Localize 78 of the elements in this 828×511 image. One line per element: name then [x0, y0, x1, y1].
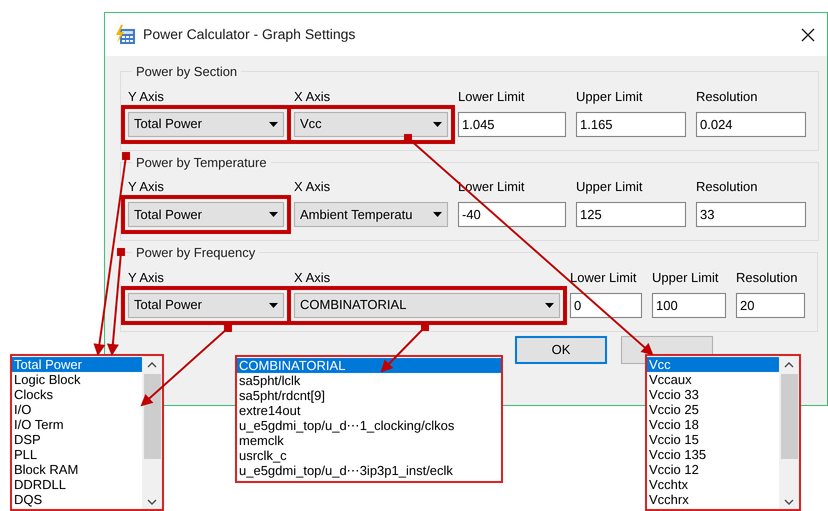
- dropdown[interactable]: Ambient Temperatu: [294, 202, 448, 227]
- field-label: X Axis: [294, 180, 332, 194]
- list-item[interactable]: Vcchrx: [647, 492, 779, 507]
- field-label: Resolution: [736, 270, 798, 284]
- scrollbar-thumb[interactable]: [780, 374, 798, 459]
- scroll-up-icon[interactable]: [147, 362, 157, 368]
- close-icon[interactable]: [801, 28, 815, 42]
- scroll-up-icon[interactable]: [784, 362, 794, 368]
- list-item[interactable]: Vccio 135: [647, 447, 779, 462]
- caret-icon: [269, 302, 278, 308]
- scrollbar[interactable]: [142, 356, 162, 509]
- list-item[interactable]: Vccio 12: [647, 462, 779, 477]
- dropdown[interactable]: Total Power: [128, 292, 284, 318]
- list-item[interactable]: Clocks: [12, 387, 142, 402]
- field-label: Y Axis: [128, 90, 165, 104]
- list-item[interactable]: DQS: [12, 492, 142, 507]
- list-item[interactable]: COMBINATORIAL: [237, 358, 501, 373]
- list-item[interactable]: extre14out: [237, 403, 501, 418]
- dropdown[interactable]: Total Power: [128, 202, 284, 227]
- field-label: Upper Limit: [576, 180, 644, 194]
- caret-icon: [433, 212, 442, 217]
- field-label: Lower Limit: [458, 90, 526, 104]
- list-item[interactable]: DSP: [12, 432, 142, 447]
- group-title: Power by Temperature: [135, 154, 268, 172]
- field-label: Upper Limit: [652, 270, 720, 284]
- caret-icon: [545, 302, 554, 308]
- caret-icon: [269, 122, 278, 126]
- dropdown[interactable]: COMBINATORIAL: [294, 292, 560, 318]
- list-item[interactable]: u_e5gdmi_top/u_d⋯3ip3p1_inst/eclk: [237, 463, 501, 478]
- list-item[interactable]: Total Power: [12, 357, 142, 372]
- field-label: Resolution: [696, 180, 758, 194]
- scrollbar[interactable]: [779, 356, 799, 509]
- window-title: Power Calculator - Graph Settings: [143, 25, 356, 44]
- field-label: Y Axis: [128, 270, 165, 284]
- list-item[interactable]: I/O: [12, 402, 142, 417]
- scroll-down-icon[interactable]: [784, 499, 794, 505]
- input-field[interactable]: 33: [696, 202, 806, 227]
- list-item[interactable]: sa5pht/lclk: [237, 373, 501, 388]
- calculator-icon: [115, 24, 137, 44]
- group-title: Power by Frequency: [135, 244, 256, 262]
- input-field[interactable]: 20: [736, 292, 805, 318]
- field-label: Resolution: [696, 90, 758, 104]
- input-field[interactable]: 1.045: [458, 112, 566, 136]
- list-item[interactable]: Vccio 15: [647, 432, 779, 447]
- input-field[interactable]: 125: [576, 202, 686, 227]
- field-label: Y Axis: [128, 180, 165, 194]
- list-item[interactable]: sa5pht/rdcnt[9]: [237, 388, 501, 403]
- list-item[interactable]: Vcc: [647, 357, 779, 372]
- scrollbar-thumb[interactable]: [144, 374, 160, 459]
- caret-icon: [433, 122, 442, 126]
- list-item[interactable]: PLL: [12, 447, 142, 462]
- list-item[interactable]: Vccio 18: [647, 417, 779, 432]
- input-field[interactable]: 100: [652, 292, 726, 318]
- group-title: Power by Section: [135, 63, 238, 81]
- field-label: X Axis: [294, 90, 332, 104]
- caret-icon: [269, 212, 278, 217]
- input-field[interactable]: -40: [458, 202, 566, 227]
- ok-button[interactable]: OK: [515, 336, 607, 364]
- list-item[interactable]: memclk: [237, 433, 501, 448]
- list-item[interactable]: Vccaux: [647, 372, 779, 387]
- scroll-down-icon[interactable]: [147, 499, 157, 505]
- dropdown[interactable]: Vcc: [294, 112, 448, 136]
- field-label: X Axis: [294, 270, 332, 284]
- list-item[interactable]: DDRDLL: [12, 477, 142, 492]
- input-field[interactable]: 0: [570, 292, 642, 318]
- list-item[interactable]: Vccio 25: [647, 402, 779, 417]
- field-label: Lower Limit: [570, 270, 638, 284]
- dropdown[interactable]: Total Power: [128, 112, 284, 136]
- list-item[interactable]: Vccio 33: [647, 387, 779, 402]
- list-item[interactable]: I/O Term: [12, 417, 142, 432]
- field-label: Upper Limit: [576, 90, 644, 104]
- input-field[interactable]: 1.165: [576, 112, 686, 136]
- input-field[interactable]: 0.024: [696, 112, 806, 136]
- list-item[interactable]: Block RAM: [12, 462, 142, 477]
- list-item[interactable]: Logic Block: [12, 372, 142, 387]
- list-item[interactable]: u_e5gdmi_top/u_d⋯1_clocking/clkos: [237, 418, 501, 433]
- list-item[interactable]: Vcchtx: [647, 477, 779, 492]
- list-item[interactable]: usrclk_c: [237, 448, 501, 463]
